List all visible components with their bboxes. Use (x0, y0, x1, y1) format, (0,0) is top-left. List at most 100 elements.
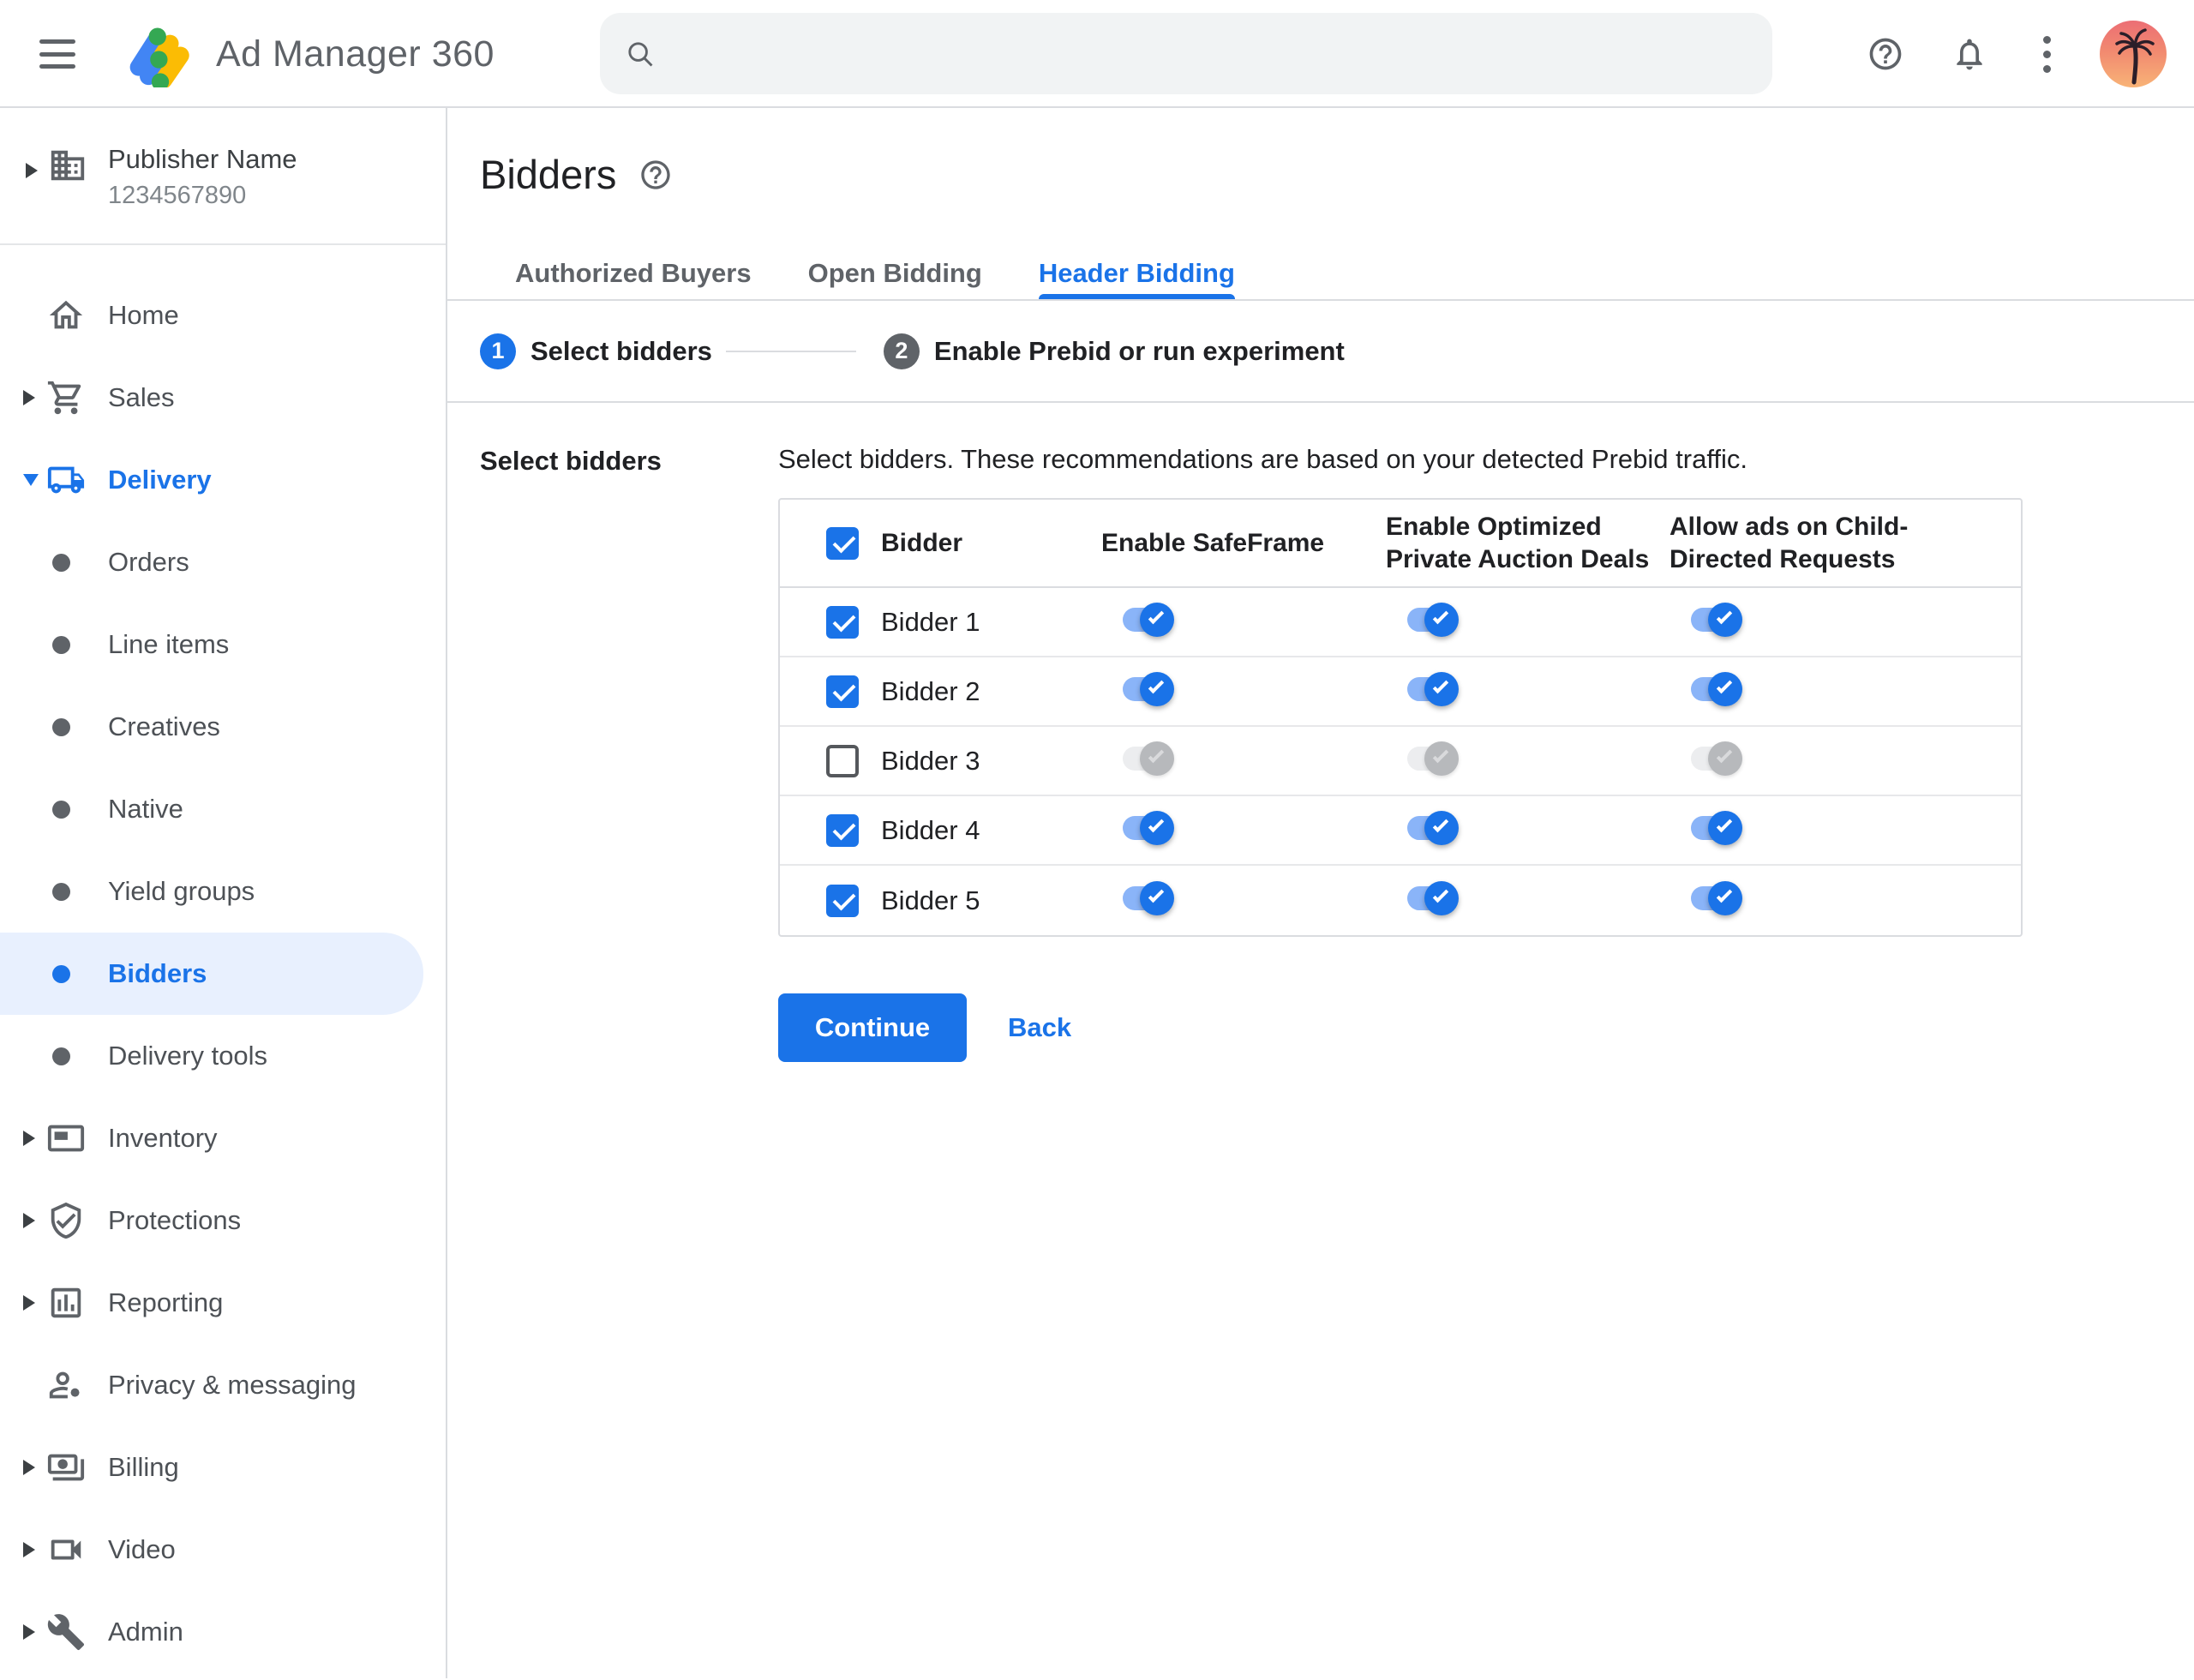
bullet-icon (52, 964, 70, 983)
sidebar-item-admin[interactable]: Admin (0, 1591, 423, 1673)
help-icon (1867, 35, 1904, 73)
chevron-right-icon (23, 1460, 35, 1475)
bullet-icon (52, 553, 70, 572)
optimized-private-auction-toggle[interactable] (1407, 881, 1459, 915)
safeframe-toggle[interactable] (1123, 741, 1174, 776)
page-help-button[interactable] (638, 158, 673, 192)
row-checkbox[interactable] (826, 744, 859, 777)
row-checkbox[interactable] (826, 605, 859, 639)
bullet-icon (52, 882, 70, 901)
chevron-down-icon (23, 474, 39, 486)
child-directed-toggle[interactable] (1691, 811, 1742, 845)
row-checkbox[interactable] (826, 675, 859, 708)
sidebar-item-reporting[interactable]: Reporting (0, 1262, 423, 1344)
publisher-switcher[interactable]: Publisher Name 1234567890 (0, 108, 446, 245)
overflow-menu-button[interactable] (2043, 0, 2051, 108)
optimized-private-auction-toggle[interactable] (1407, 672, 1459, 706)
sidebar-item-bidders[interactable]: Bidders (0, 933, 423, 1015)
child-directed-toggle[interactable] (1691, 603, 1742, 637)
account-avatar[interactable] (2100, 21, 2167, 87)
chevron-right-icon (23, 1295, 35, 1311)
table-header-checkbox[interactable] (826, 526, 859, 560)
safeframe-toggle[interactable] (1123, 603, 1174, 637)
tab-open-bidding[interactable]: Open Bidding (808, 258, 982, 299)
sidebar-item-native[interactable]: Native (0, 768, 423, 850)
sidebar-item-protections[interactable]: Protections (0, 1179, 423, 1262)
bar-chart-icon (46, 1283, 86, 1323)
step-connector (725, 350, 856, 352)
sidebar-item-inventory[interactable]: Inventory (0, 1097, 423, 1179)
sidebar-item-sales[interactable]: Sales (0, 357, 423, 439)
three-dot-icon (2043, 35, 2051, 73)
sidebar-item-billing[interactable]: Billing (0, 1426, 423, 1509)
chevron-right-icon (23, 1542, 35, 1557)
person-badge-icon (46, 1365, 86, 1405)
bidder-name: Bidder 3 (881, 745, 980, 776)
optimized-private-auction-toggle[interactable] (1407, 603, 1459, 637)
ad-manager-logo-icon (127, 21, 194, 87)
sidebar: Publisher Name 1234567890 Home Sales Del… (0, 108, 447, 1678)
sidebar-item-orders[interactable]: Orders (0, 521, 423, 603)
search-icon (624, 38, 656, 70)
wrench-icon (46, 1612, 86, 1652)
help-icon (638, 158, 673, 192)
sidebar-item-privacy-messaging[interactable]: Privacy & messaging (0, 1344, 423, 1426)
sidebar-item-delivery-tools[interactable]: Delivery tools (0, 1015, 423, 1097)
chevron-right-icon (26, 163, 38, 178)
sidebar-item-creatives[interactable]: Creatives (0, 686, 423, 768)
sidebar-item-delivery[interactable]: Delivery (0, 439, 423, 521)
table-row: Bidder 3 (780, 727, 2021, 796)
shield-check-icon (46, 1201, 86, 1240)
bidder-name: Bidder 1 (881, 606, 980, 637)
notifications-button[interactable] (1951, 0, 1988, 108)
safeframe-toggle[interactable] (1123, 811, 1174, 845)
child-directed-toggle[interactable] (1691, 881, 1742, 915)
child-directed-toggle[interactable] (1691, 672, 1742, 706)
sidebar-nav: Home Sales Delivery Orders Line items Cr… (0, 245, 446, 1673)
bidder-name: Bidder 4 (881, 814, 980, 845)
bidder-name: Bidder 5 (881, 885, 980, 915)
main-content: Bidders Authorized Buyers Open Bidding H… (447, 108, 2194, 1678)
building-icon (48, 146, 87, 185)
row-checkbox[interactable] (826, 813, 859, 847)
step-select-bidders[interactable]: 1 Select bidders (480, 333, 712, 369)
help-button[interactable] (1867, 0, 1904, 108)
search-bar[interactable] (600, 13, 1772, 94)
sidebar-item-home[interactable]: Home (0, 274, 423, 357)
table-row: Bidder 2 (780, 657, 2021, 727)
tab-authorized-buyers[interactable]: Authorized Buyers (515, 258, 752, 299)
section-label: Select bidders (480, 446, 662, 476)
continue-button[interactable]: Continue (778, 993, 967, 1062)
sidebar-item-line-items[interactable]: Line items (0, 603, 423, 686)
cart-icon (46, 378, 86, 417)
table-row: Bidder 5 (780, 866, 2021, 935)
tab-header-bidding[interactable]: Header Bidding (1038, 258, 1236, 299)
section-description: Select bidders. These recommendations ar… (778, 444, 1748, 474)
sidebar-item-yield-groups[interactable]: Yield groups (0, 850, 423, 933)
search-input[interactable] (675, 38, 1748, 69)
chevron-right-icon (23, 1213, 35, 1228)
bullet-icon (52, 635, 70, 654)
table-header-row: Bidder Enable SafeFrame Enable Optimized… (780, 500, 2021, 588)
child-directed-toggle[interactable] (1691, 741, 1742, 776)
back-button[interactable]: Back (1008, 1012, 1071, 1043)
chevron-right-icon (23, 1131, 35, 1146)
menu-icon[interactable] (39, 39, 75, 69)
optimized-private-auction-toggle[interactable] (1407, 741, 1459, 776)
step-number-badge: 1 (480, 333, 516, 369)
publisher-name: Publisher Name (108, 144, 297, 174)
truck-icon (46, 460, 86, 500)
safeframe-toggle[interactable] (1123, 881, 1174, 915)
sidebar-item-video[interactable]: Video (0, 1509, 423, 1591)
table-row: Bidder 1 (780, 588, 2021, 657)
optimized-private-auction-toggle[interactable] (1407, 811, 1459, 845)
chevron-right-icon (23, 390, 35, 405)
safeframe-toggle[interactable] (1123, 672, 1174, 706)
video-camera-icon (46, 1530, 86, 1569)
column-header: Enable SafeFrame (1101, 528, 1325, 557)
row-checkbox[interactable] (826, 884, 859, 917)
column-header: Bidder (881, 528, 963, 557)
bullet-icon (52, 717, 70, 736)
column-header: Enable Optimized Private Auction Deals (1386, 512, 1650, 573)
step-enable-prebid[interactable]: 2 Enable Prebid or run experiment (883, 333, 1345, 369)
